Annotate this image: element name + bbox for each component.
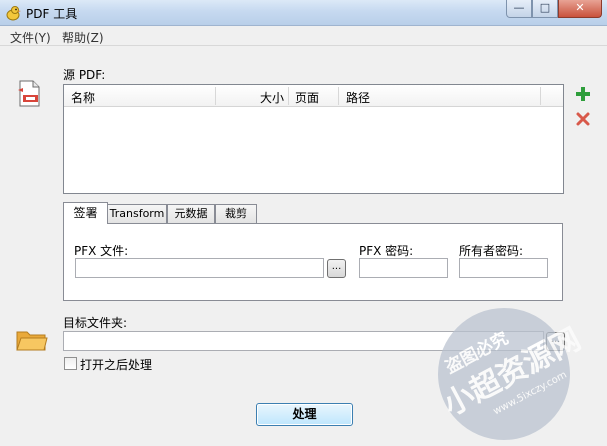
target-folder-label: 目标文件夹: [63,316,128,330]
column-name[interactable]: 名称 [71,89,95,106]
open-after-checkbox[interactable] [64,357,77,370]
column-pages[interactable]: 页面 [295,89,319,106]
title-bar: PDF 工具 — □ ✕ [0,0,607,26]
column-separator [288,87,289,105]
column-separator [540,87,541,105]
open-after-label: 打开之后处理 [80,358,153,372]
maximize-button[interactable]: □ [532,0,558,18]
app-icon [6,6,21,21]
menu-help[interactable]: 帮助(Z) [62,29,104,46]
close-button[interactable]: ✕ [558,0,602,18]
remove-file-icon[interactable] [575,111,591,127]
owner-password-input[interactable] [459,258,548,278]
window-title: PDF 工具 [26,7,78,21]
pfx-password-label: PFX 密码: [359,244,414,258]
owner-password-label: 所有者密码: [459,244,524,258]
column-path[interactable]: 路径 [346,89,370,106]
process-button[interactable]: 处理 [256,403,353,426]
pfx-password-input[interactable] [359,258,448,278]
add-file-icon[interactable] [575,86,591,102]
sign-tab-panel: PFX 文件: ... PFX 密码: 所有者密码: [63,223,563,301]
pfx-browse-button[interactable]: ... [327,259,346,278]
column-separator [215,87,216,105]
tab-sign[interactable]: 签署 [63,202,108,224]
watermark-logo: 盗图必究 小超资源网 www.5ixczy.com [438,308,587,440]
menu-bar: 文件(Y) 帮助(Z) [0,26,607,46]
target-browse-button[interactable]: ... [546,332,565,351]
source-pdf-label: 源 PDF: [63,68,106,82]
tab-metadata[interactable]: 元数据 [167,204,215,223]
menu-file[interactable]: 文件(Y) [10,29,51,46]
column-size[interactable]: 大小 [260,89,284,106]
watermark-url: www.5ixczy.com [492,369,569,417]
tab-transform[interactable]: Transform [107,204,167,223]
column-separator [338,87,339,105]
pfx-file-label: PFX 文件: [74,244,129,258]
pdf-file-icon [18,80,40,107]
pfx-file-input[interactable] [75,258,324,278]
target-folder-input[interactable] [63,331,544,351]
source-file-list[interactable]: 名称 大小 页面 路径 [63,84,564,194]
minimize-button[interactable]: — [506,0,532,18]
file-list-header: 名称 大小 页面 路径 [64,85,563,107]
tab-crop[interactable]: 裁剪 [215,204,257,223]
folder-icon [16,331,48,351]
